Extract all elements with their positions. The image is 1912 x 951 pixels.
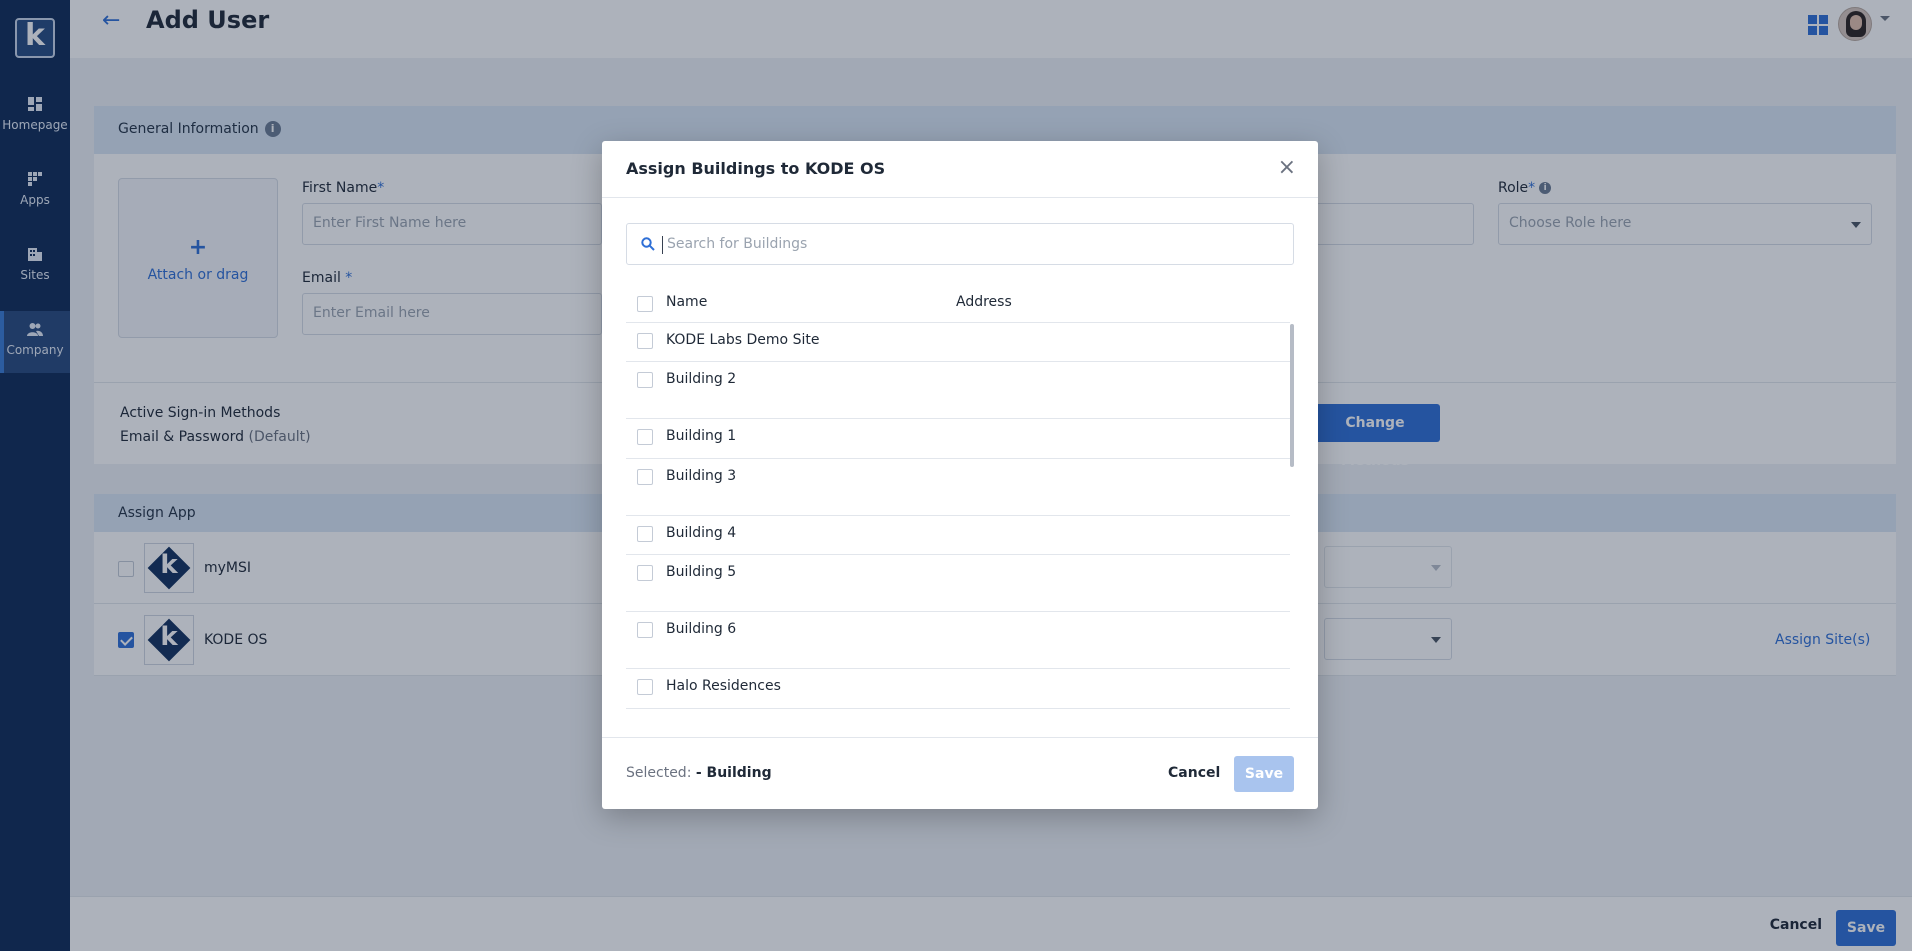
building-name: Building 2 [666, 371, 737, 387]
building-name: Building 6 [666, 621, 737, 637]
building-name: Building 4 [666, 525, 737, 541]
divider [602, 737, 1318, 738]
table-scrollbar[interactable] [1290, 324, 1294, 467]
building-name: Building 1 [666, 428, 737, 444]
building-name: KODE Labs Demo Site [666, 332, 820, 348]
table-row[interactable]: Building 2 [626, 362, 1290, 419]
row-checkbox[interactable] [637, 469, 653, 485]
table-row[interactable]: Building 5 [626, 555, 1290, 612]
selected-summary: Selected: - Building [626, 765, 772, 781]
row-checkbox[interactable] [637, 372, 653, 388]
selected-label: Selected: [626, 765, 692, 781]
close-icon[interactable]: × [1278, 157, 1296, 179]
table-row[interactable]: Building 3 [626, 459, 1290, 516]
table-row[interactable]: Halo Residences [626, 669, 1290, 709]
row-checkbox[interactable] [637, 526, 653, 542]
column-header-address: Address [956, 294, 1012, 310]
select-all-checkbox[interactable] [637, 296, 653, 312]
assign-buildings-modal: Assign Buildings to KODE OS × Name Addre… [602, 141, 1318, 809]
building-name: Building 3 [666, 468, 737, 484]
search-icon [641, 237, 655, 251]
modal-save-button[interactable]: Save [1234, 756, 1294, 792]
row-checkbox[interactable] [637, 333, 653, 349]
divider [602, 197, 1318, 198]
building-name: Halo Residences [666, 678, 781, 694]
text-cursor [662, 236, 663, 254]
search-box[interactable] [626, 223, 1294, 265]
row-checkbox[interactable] [637, 565, 653, 581]
modal-cancel-button[interactable]: Cancel [1168, 765, 1220, 781]
row-checkbox[interactable] [637, 679, 653, 695]
column-header-name: Name [666, 294, 708, 310]
row-checkbox[interactable] [637, 622, 653, 638]
modal-title: Assign Buildings to KODE OS [626, 159, 886, 178]
table-row[interactable]: KODE Labs Demo Site [626, 323, 1290, 362]
row-checkbox[interactable] [637, 429, 653, 445]
building-name: Building 5 [666, 564, 737, 580]
selected-value: - Building [695, 765, 772, 781]
table-row[interactable]: Building 1 [626, 419, 1290, 459]
table-row[interactable]: Building 4 [626, 516, 1290, 555]
search-input[interactable] [667, 225, 1267, 263]
table-row[interactable]: Building 6 [626, 612, 1290, 669]
